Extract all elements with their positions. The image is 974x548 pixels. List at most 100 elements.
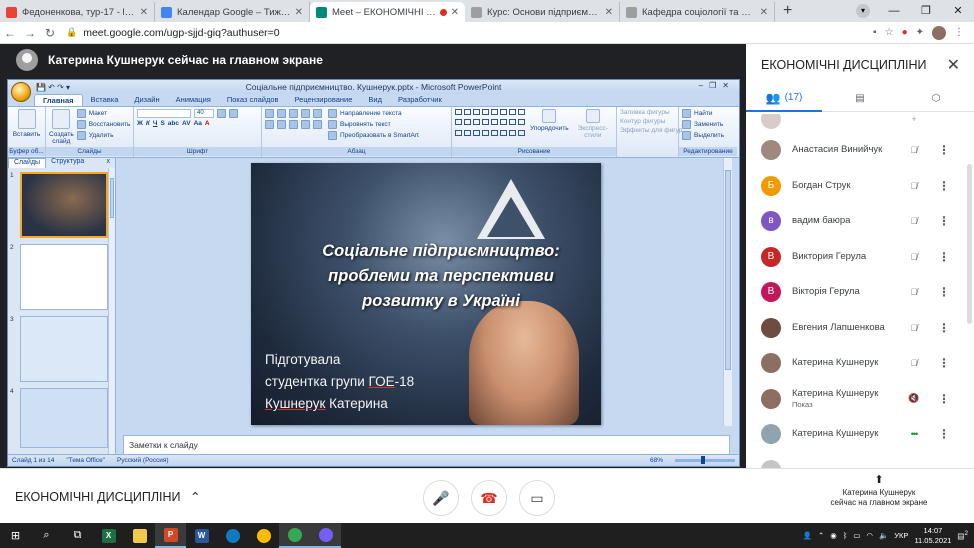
ribbon-tab-insert[interactable]: Вставка xyxy=(83,94,127,106)
zoom-slider-knob[interactable] xyxy=(701,456,705,464)
profile-avatar[interactable] xyxy=(932,25,946,40)
mic-off-icon[interactable]: 🎙̸ xyxy=(906,216,922,226)
replace-button[interactable]: Заменить xyxy=(682,120,734,129)
extensions-icon[interactable]: ✦ xyxy=(916,27,924,38)
notifications-icon[interactable]: ▤2 xyxy=(957,530,968,541)
justify-icon[interactable] xyxy=(301,120,310,129)
numbering-icon[interactable] xyxy=(277,109,286,118)
italic-icon[interactable]: К xyxy=(146,120,150,127)
opera-icon[interactable]: ● xyxy=(902,27,908,38)
more-options-icon[interactable]: ⋮ xyxy=(938,321,950,335)
browser-tab-meet[interactable]: Meet – ЕКОНОМІЧНІ ДИСЦ ✕ xyxy=(310,2,465,22)
back-icon[interactable]: ← xyxy=(0,26,20,40)
more-options-icon[interactable]: ⋮ xyxy=(938,250,950,264)
select-button[interactable]: Выделить xyxy=(682,131,734,140)
align-left-icon[interactable] xyxy=(265,120,274,129)
paste-icon[interactable] xyxy=(17,109,36,129)
underline-icon[interactable]: Ч xyxy=(153,120,158,127)
bold-icon[interactable]: Ж xyxy=(137,120,143,127)
new-tab-button[interactable]: + xyxy=(775,2,800,22)
reset-button[interactable]: Восстановить xyxy=(76,120,130,129)
camera-indicator-icon[interactable]: ▪ xyxy=(873,27,877,38)
close-icon[interactable]: ✕ xyxy=(947,55,960,75)
more-options-icon[interactable]: ⋮ xyxy=(938,427,950,441)
pane-tab-outline[interactable]: Структура xyxy=(46,158,89,168)
volume-icon[interactable]: 🔈 xyxy=(879,531,888,540)
slide-thumbnail-1[interactable] xyxy=(20,172,108,238)
zoom-slider[interactable] xyxy=(675,456,735,464)
find-button[interactable]: Найти xyxy=(682,109,734,118)
font-color-icon[interactable]: A xyxy=(205,120,210,127)
chrome-app[interactable] xyxy=(279,523,310,548)
more-options-icon[interactable]: ⋮ xyxy=(938,143,950,157)
minimize-icon[interactable]: — xyxy=(878,0,910,22)
explorer-app[interactable] xyxy=(124,523,155,548)
smartart-button[interactable]: Преобразовать в SmartArt xyxy=(328,131,419,140)
ribbon-tab-design[interactable]: Дизайн xyxy=(126,94,167,106)
ribbon-tab-home[interactable]: Главная xyxy=(34,94,83,106)
mic-off-icon[interactable]: 🎙̸ xyxy=(906,145,922,155)
pin-icon[interactable]: + xyxy=(906,114,922,124)
camera-button[interactable]: ▭ xyxy=(519,480,555,516)
more-options-icon[interactable]: ⋮ xyxy=(938,356,950,370)
more-options-icon[interactable]: ⋮ xyxy=(938,285,950,299)
pane-tab-slides[interactable]: Слайды xyxy=(8,158,47,168)
viber-tray-icon[interactable]: ◉ xyxy=(830,531,837,540)
star-icon[interactable]: ☆ xyxy=(885,27,894,38)
bullets-icon[interactable] xyxy=(265,109,274,118)
indent-inc-icon[interactable] xyxy=(301,109,310,118)
bluetooth-icon[interactable]: ᛒ xyxy=(843,531,848,540)
browser-tab-course[interactable]: Курс: Основи підприємницької ✕ xyxy=(465,2,620,22)
more-options-icon[interactable]: ⋮ xyxy=(938,392,950,406)
mic-off-icon[interactable]: 🎙̸ xyxy=(906,287,922,297)
search-button[interactable]: ⌕ xyxy=(31,523,62,548)
meeting-details-button[interactable]: ЕКОНОМІЧНІ ДИСЦИПЛІНИ ⌃ xyxy=(15,489,201,504)
tab-people[interactable]: 👥 (17) xyxy=(746,86,822,112)
canvas-scrollbar[interactable] xyxy=(723,158,732,426)
arrange-icon[interactable] xyxy=(542,109,557,123)
close-icon[interactable]: ✕ xyxy=(760,7,768,18)
browser-tab-calendar[interactable]: Календар Google – Тиждень (10 ✕ xyxy=(155,2,310,22)
shrink-font-icon[interactable] xyxy=(229,109,238,118)
presentation-audio-off-icon[interactable]: 🔇 xyxy=(906,393,922,404)
arrange-button[interactable]: Упорядочить xyxy=(530,125,569,132)
delete-button[interactable]: Удалить xyxy=(76,131,131,140)
forward-icon[interactable]: → xyxy=(20,26,40,40)
line-spacing-icon[interactable] xyxy=(313,109,322,118)
case-icon[interactable]: Aa xyxy=(194,120,202,127)
powerpoint-app[interactable]: P xyxy=(155,523,186,548)
task-view-button[interactable]: ⧉ xyxy=(62,523,93,548)
slide-thumbnail-2[interactable] xyxy=(20,244,108,310)
pane-scroll-thumb[interactable] xyxy=(110,178,114,218)
start-button[interactable]: ⊞ xyxy=(0,523,31,548)
close-window-icon[interactable]: ✕ xyxy=(942,0,974,22)
close-icon[interactable]: ✕ xyxy=(140,7,148,18)
more-options-icon[interactable]: ⋮ xyxy=(938,214,950,228)
viber-app[interactable] xyxy=(310,523,341,548)
close-icon[interactable]: ✕ xyxy=(295,7,303,18)
ribbon-tab-animation[interactable]: Анимация xyxy=(168,94,219,106)
shadow-icon[interactable]: abc xyxy=(168,120,179,127)
word-app[interactable]: W xyxy=(186,523,217,548)
language-indicator[interactable]: Русский (Россия) xyxy=(117,457,169,464)
language-indicator[interactable]: УКР xyxy=(894,531,908,540)
tab-chat[interactable]: ▤ xyxy=(822,86,898,112)
close-icon[interactable]: ✕ xyxy=(451,7,459,18)
user-icon[interactable]: 👤 xyxy=(803,531,812,540)
notes-field[interactable]: Заметки к слайду xyxy=(123,435,730,455)
mic-off-icon[interactable]: 🎙̸ xyxy=(906,358,922,368)
new-slide-button[interactable]: Создать слайд xyxy=(49,131,74,145)
excel-app[interactable]: X xyxy=(93,523,124,548)
new-slide-icon[interactable] xyxy=(52,109,71,129)
align-right-icon[interactable] xyxy=(289,120,298,129)
tray-chevron-icon[interactable]: ⌃ xyxy=(818,531,824,540)
font-family-combo[interactable] xyxy=(137,109,191,118)
more-options-icon[interactable]: ⋮ xyxy=(938,179,950,193)
grow-font-icon[interactable] xyxy=(217,109,226,118)
ribbon-tab-view[interactable]: Вид xyxy=(360,94,390,106)
ribbon-tab-review[interactable]: Рецензирование xyxy=(286,94,360,106)
ribbon-tab-slideshow[interactable]: Показ слайдов xyxy=(219,94,287,106)
edge-app[interactable] xyxy=(217,523,248,548)
url-field[interactable]: meet.google.com/ugp-sjjd-giq?authuser=0 xyxy=(83,27,873,39)
browser-tab-department[interactable]: Кафедра соціології та масових ✕ xyxy=(620,2,775,22)
